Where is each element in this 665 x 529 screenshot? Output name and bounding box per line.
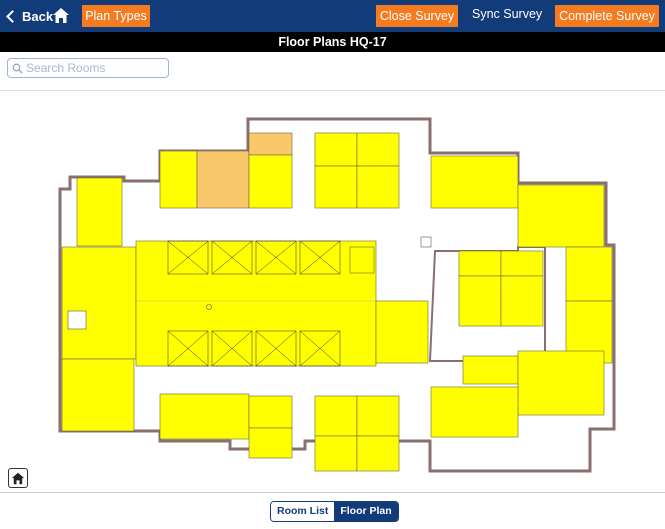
search-icon — [12, 63, 23, 74]
room-north-west[interactable] — [159, 150, 198, 209]
sync-survey-button[interactable]: Sync Survey — [472, 7, 542, 21]
room-south-2[interactable] — [248, 395, 293, 429]
room-south-west[interactable] — [61, 358, 135, 432]
view-tabs: Room List Floor Plan — [270, 501, 399, 522]
room-south-6[interactable] — [314, 435, 358, 472]
room-south-7[interactable] — [356, 435, 400, 472]
room-south-1[interactable] — [159, 393, 250, 440]
room-island-3[interactable] — [458, 275, 502, 327]
floor-plan-view[interactable] — [0, 90, 665, 493]
room-island-4[interactable] — [500, 275, 544, 327]
room-selected[interactable] — [196, 150, 250, 209]
floor-plan-drawing — [58, 117, 616, 473]
room-island-1[interactable] — [458, 250, 502, 277]
room-island-2[interactable] — [500, 250, 544, 277]
room-east-2[interactable] — [565, 246, 613, 302]
top-bar: Back Plan Types Close Survey Sync Survey… — [0, 0, 665, 32]
home-icon[interactable] — [52, 7, 70, 24]
tab-floor-plan[interactable]: Floor Plan — [334, 502, 398, 521]
room-north-c[interactable] — [314, 165, 358, 209]
app: Back Plan Types Close Survey Sync Survey… — [0, 0, 665, 529]
room-east-1[interactable] — [517, 184, 605, 248]
room-north-office[interactable] — [248, 132, 293, 156]
room-south-east-1[interactable] — [517, 350, 605, 416]
room-north-b[interactable] — [356, 132, 400, 167]
room-north-a[interactable] — [314, 132, 358, 167]
room-east-stair[interactable] — [375, 300, 429, 364]
back-button[interactable]: Back — [4, 7, 53, 25]
tab-room-list[interactable]: Room List — [271, 502, 335, 521]
room-south-5[interactable] — [356, 395, 400, 437]
column — [420, 236, 432, 248]
back-label: Back — [22, 8, 54, 24]
room-north-east[interactable] — [430, 155, 519, 209]
room-north-office-2[interactable] — [248, 154, 293, 209]
room-north-d[interactable] — [356, 165, 400, 209]
chevron-left-icon — [6, 9, 19, 23]
room-core-small[interactable] — [349, 246, 375, 274]
home-icon-bottom[interactable] — [8, 468, 28, 488]
page-title: Floor Plans HQ-17 — [0, 32, 665, 52]
room-island-5[interactable] — [462, 355, 519, 385]
complete-survey-button[interactable]: Complete Survey — [555, 5, 659, 27]
room-west-restrooms[interactable] — [61, 246, 137, 360]
room-south-4[interactable] — [314, 395, 358, 437]
plan-types-button[interactable]: Plan Types — [82, 5, 150, 27]
room-west-stair[interactable] — [76, 177, 123, 247]
room-south-east-2[interactable] — [430, 386, 519, 438]
close-survey-button[interactable]: Close Survey — [376, 5, 458, 27]
room-south-3[interactable] — [248, 427, 293, 459]
search-input[interactable] — [26, 61, 156, 75]
fixture — [67, 310, 87, 330]
search-box[interactable] — [7, 58, 169, 78]
